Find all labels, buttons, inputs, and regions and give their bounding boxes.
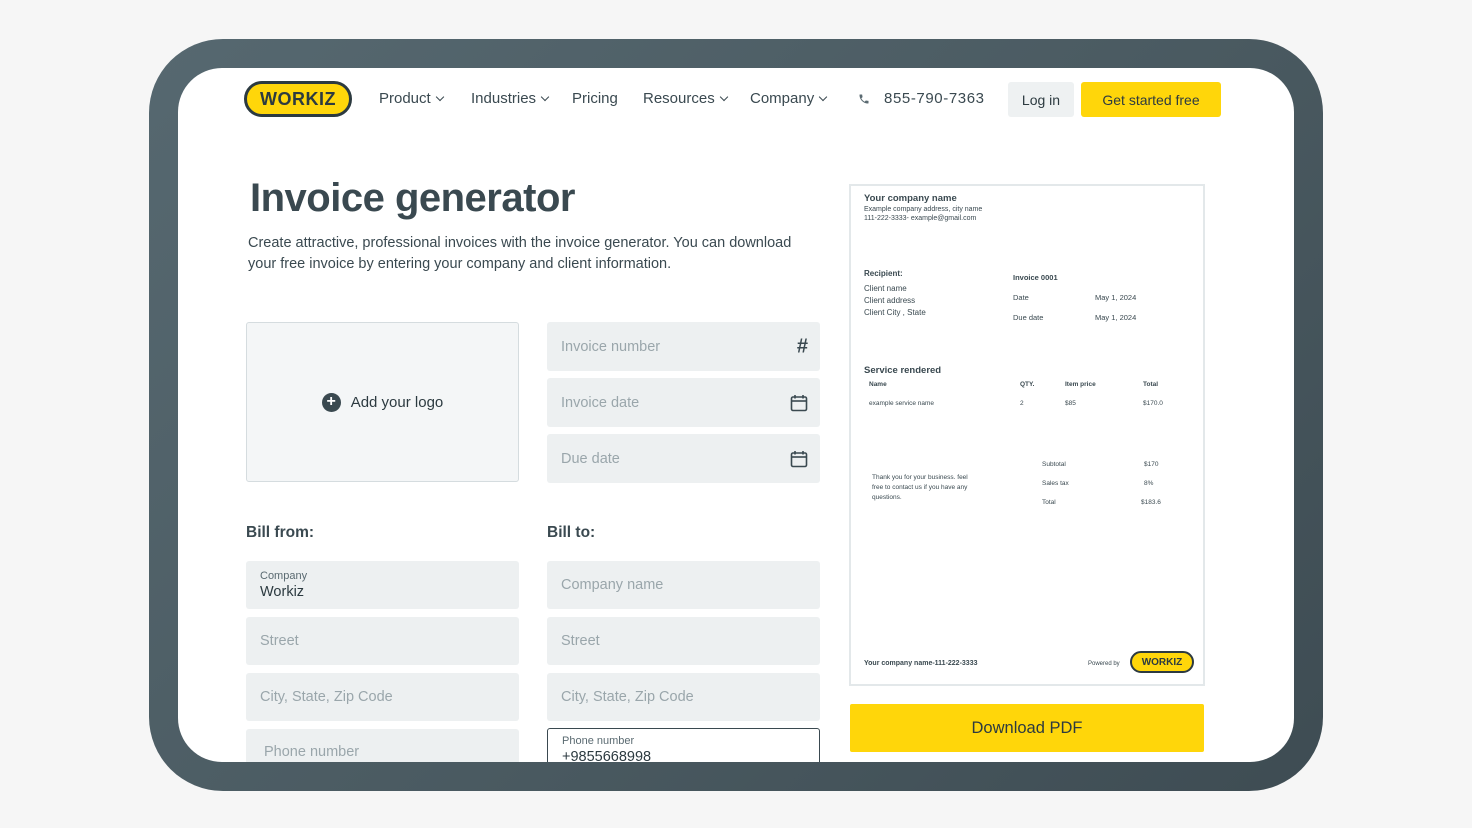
preview-recipient-label: Recipient:: [864, 269, 903, 278]
preview-workiz-logo: WORKIZ: [1130, 651, 1194, 673]
preview-thanks-line-3: questions.: [872, 494, 902, 501]
invoice-number-placeholder: Invoice number: [561, 338, 661, 355]
preview-subtotal-value: $170: [1144, 461, 1159, 468]
bill-from-company-field[interactable]: Company Workiz: [246, 561, 519, 609]
preview-tax-value: 8%: [1144, 480, 1154, 487]
browser-screen: WORKIZ Product Industries Pricing Resour…: [178, 68, 1294, 762]
preview-col-total: Total: [1143, 381, 1159, 388]
download-pdf-button[interactable]: Download PDF: [850, 704, 1204, 752]
city-placeholder: City, State, Zip Code: [260, 689, 393, 705]
page-title: Invoice generator: [250, 176, 575, 220]
nav-phone[interactable]: 855-790-7363: [858, 90, 985, 107]
street-placeholder: Street: [561, 633, 600, 649]
preview-total-value: $183.6: [1141, 499, 1161, 506]
preview-col-price: Item price: [1065, 381, 1096, 388]
preview-row-price: $85: [1065, 400, 1076, 407]
nav-resources[interactable]: Resources: [643, 90, 728, 107]
preview-col-name: Name: [869, 381, 887, 388]
preview-client-name: Client name: [864, 284, 907, 293]
calendar-icon: [790, 450, 808, 467]
invoice-number-input[interactable]: Invoice number #: [547, 322, 820, 371]
bill-to-label: Bill to:: [547, 524, 596, 541]
preview-invoice-number: Invoice 0001: [1013, 273, 1058, 282]
nav-product[interactable]: Product: [379, 90, 444, 107]
page-subtitle: Create attractive, professional invoices…: [248, 235, 792, 272]
company-field-label: Company: [260, 570, 308, 582]
preview-subtotal-label: Subtotal: [1042, 461, 1066, 468]
preview-tax-label: Sales tax: [1042, 480, 1069, 487]
preview-due-label: Due date: [1013, 313, 1044, 322]
workiz-logo[interactable]: WORKIZ: [244, 81, 352, 117]
preview-thanks-line-1: Thank you for your business. feel: [872, 474, 968, 481]
preview-powered-by: Powered by: [1088, 661, 1120, 667]
phone-placeholder: Phone number: [264, 744, 360, 760]
preview-row-name: example service name: [869, 400, 935, 407]
preview-date-label: Date: [1013, 293, 1029, 302]
invoice-preview: Your company name Example company addres…: [849, 184, 1205, 686]
nav-company[interactable]: Company: [750, 90, 828, 107]
preview-service-title: Service rendered: [864, 365, 942, 376]
preview-company-name: Your company name: [864, 193, 957, 204]
company-name-placeholder: Company name: [561, 577, 664, 593]
preview-company-address: Example company address, city name: [864, 206, 983, 213]
nav-pricing-label: Pricing: [572, 90, 618, 107]
phone-field-label: Phone number: [562, 735, 635, 747]
bill-to-company-input[interactable]: Company name: [547, 561, 820, 609]
preview-total-label: Total: [1042, 499, 1056, 506]
chevron-down-icon: [540, 92, 550, 102]
preview-client-address: Client address: [864, 296, 916, 305]
bill-from-label: Bill from:: [246, 524, 315, 541]
invoice-date-input[interactable]: Invoice date: [547, 378, 820, 427]
nav-product-label: Product: [379, 90, 431, 107]
nav-industries-label: Industries: [471, 90, 537, 107]
bill-to-city-input[interactable]: City, State, Zip Code: [547, 673, 820, 721]
phone-icon: [859, 94, 869, 103]
plus-circle-icon: +: [321, 392, 341, 412]
nav-resources-label: Resources: [643, 90, 715, 107]
login-button[interactable]: Log in: [1008, 82, 1074, 117]
preview-client-city: Client City , State: [864, 308, 926, 317]
hash-icon: #: [796, 335, 808, 357]
preview-col-qty: QTY.: [1020, 381, 1035, 388]
get-started-button[interactable]: Get started free: [1081, 82, 1221, 117]
nav-industries[interactable]: Industries: [471, 90, 550, 107]
preview-date-value: May 1, 2024: [1095, 293, 1137, 302]
preview-footer-company: Your company name-111-222-3333: [864, 660, 978, 667]
phone-field-value: +9855668998: [562, 749, 652, 762]
street-placeholder: Street: [260, 633, 299, 649]
chevron-down-icon: [435, 92, 444, 102]
bill-to-street-input[interactable]: Street: [547, 617, 820, 665]
add-logo-label: Add your logo: [350, 393, 444, 411]
preview-row-qty: 2: [1020, 400, 1024, 407]
chevron-down-icon: [719, 92, 728, 102]
due-date-input[interactable]: Due date: [547, 434, 820, 483]
city-placeholder: City, State, Zip Code: [561, 689, 694, 705]
phone-number: 855-790-7363: [884, 90, 985, 107]
add-logo-dropzone[interactable]: + Add your logo: [246, 322, 519, 482]
nav-company-label: Company: [750, 90, 815, 107]
invoice-date-placeholder: Invoice date: [561, 394, 640, 411]
preview-thanks-line-2: free to contact us if you have any: [872, 484, 968, 491]
bill-from-street-input[interactable]: Street: [246, 617, 519, 665]
preview-company-contact: 111-222-3333- example@gmail.com: [864, 215, 977, 222]
preview-due-value: May 1, 2024: [1095, 313, 1137, 322]
company-field-value: Workiz: [260, 584, 305, 600]
bill-from-city-input[interactable]: City, State, Zip Code: [246, 673, 519, 721]
nav-pricing[interactable]: Pricing: [572, 90, 618, 107]
due-date-placeholder: Due date: [561, 450, 620, 467]
chevron-down-icon: [818, 92, 828, 102]
preview-row-total: $170.0: [1143, 400, 1163, 407]
calendar-icon: [790, 394, 808, 411]
bill-to-phone-field[interactable]: Phone number +9855668998: [547, 728, 820, 762]
bill-from-phone-input[interactable]: Phone number: [246, 729, 519, 762]
